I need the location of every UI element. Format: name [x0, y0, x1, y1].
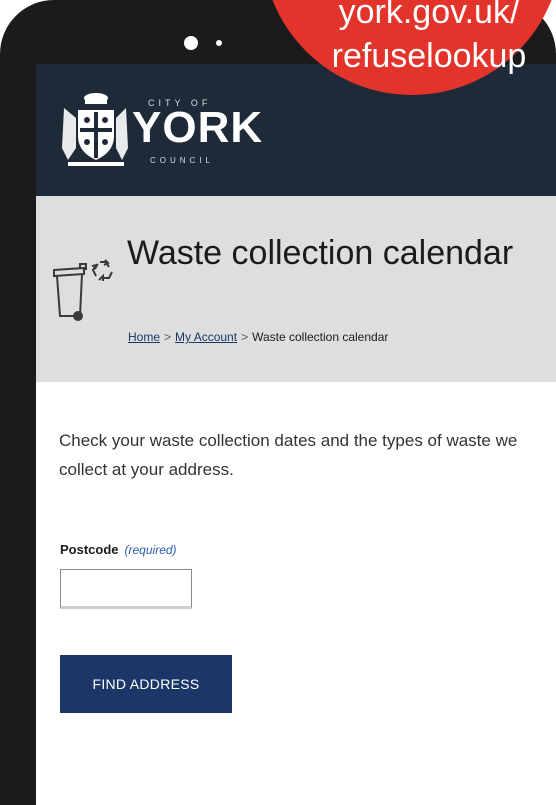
- page-header: Waste collection calendar Home > My Accoun…: [36, 196, 556, 382]
- page-title: Waste collection calendar: [127, 234, 514, 272]
- postcode-label: Postcode (required): [60, 542, 177, 557]
- site-header: CITY OF YORK COUNCIL: [36, 64, 556, 196]
- phone-frame: CITY OF YORK COUNCIL Waste collection ca…: [0, 0, 556, 805]
- coat-of-arms-icon[interactable]: [60, 88, 130, 168]
- logo-council: COUNCIL: [150, 156, 215, 165]
- phone-screen: CITY OF YORK COUNCIL Waste collection ca…: [36, 64, 556, 805]
- breadcrumb-current: Waste collection calendar: [252, 330, 389, 344]
- url-line-2: refuselookup: [331, 37, 527, 75]
- camera-dot: [184, 36, 198, 50]
- postcode-input[interactable]: [60, 569, 192, 609]
- breadcrumb-separator: >: [241, 330, 249, 344]
- url-line-1: york.gov.uk/: [338, 0, 520, 31]
- intro-text: Check your waste collection dates and th…: [59, 431, 518, 479]
- breadcrumb-home-link[interactable]: Home: [128, 330, 160, 344]
- find-address-button[interactable]: FIND ADDRESS: [60, 655, 232, 713]
- breadcrumb-my-account-link[interactable]: My Account: [175, 330, 237, 344]
- wheelie-bin-icon: [53, 259, 113, 321]
- url-badge-text: york.gov.uk/ refuselookup: [302, 0, 556, 78]
- postcode-label-text: Postcode: [60, 542, 119, 557]
- breadcrumb-separator: >: [164, 330, 172, 344]
- breadcrumb: Home > My Account > Waste collection calenda…: [128, 330, 388, 344]
- sensor-dot: [216, 40, 222, 46]
- required-indicator: (required): [124, 543, 177, 557]
- logo-york[interactable]: YORK: [132, 104, 263, 152]
